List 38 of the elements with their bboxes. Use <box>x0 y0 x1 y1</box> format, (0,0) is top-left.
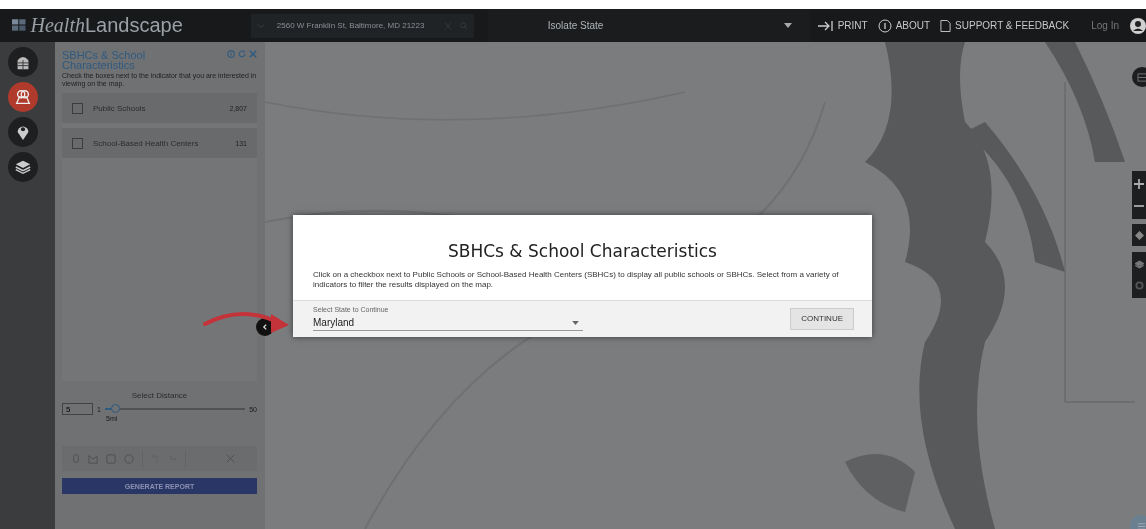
logo[interactable]: HealthLandscape <box>30 14 183 37</box>
panel-title: SBHCs & School Characteristics <box>62 50 147 70</box>
export-icon <box>817 19 834 32</box>
caret-icon <box>783 23 792 28</box>
close-icon[interactable] <box>249 50 257 58</box>
search-field[interactable]: 2560 W Franklin St, Baltimore, MD 21223 <box>250 13 474 38</box>
chevron-left-icon <box>261 323 269 331</box>
locate-button[interactable] <box>1132 224 1146 246</box>
distance-input[interactable]: 5 <box>62 403 93 415</box>
map-marker-icon[interactable] <box>8 82 38 112</box>
modal-title: SBHCs & School Characteristics <box>447 241 718 261</box>
login-link[interactable]: Log In <box>1091 20 1119 31</box>
close-icon[interactable] <box>226 454 235 463</box>
checkbox[interactable] <box>72 102 83 114</box>
user-icon[interactable] <box>1130 17 1146 34</box>
header-link[interactable]: PRINT <box>817 19 868 32</box>
info-icon[interactable] <box>227 50 235 58</box>
diamond-icon <box>1134 230 1144 240</box>
list-icon <box>1136 521 1146 529</box>
zoom-in-icon[interactable] <box>1134 179 1144 189</box>
map-icon <box>1136 72 1146 82</box>
polygon-icon[interactable] <box>88 453 98 464</box>
checkbox[interactable] <box>72 137 83 149</box>
settings-icon[interactable] <box>1134 281 1144 290</box>
layers-icon[interactable] <box>8 152 38 182</box>
document-icon <box>940 18 952 33</box>
caret-icon <box>572 320 579 325</box>
continue-button[interactable]: CONTINUE <box>790 307 854 330</box>
building-icon[interactable] <box>8 47 38 77</box>
slider-thumb[interactable] <box>111 404 121 413</box>
logo-icon <box>12 19 27 32</box>
refresh-icon[interactable] <box>238 50 246 58</box>
distance-label: Select Distance <box>131 391 188 400</box>
header-link[interactable]: ABOUT <box>877 18 931 33</box>
header-link[interactable]: SUPPORT & FEEDBACK <box>940 18 1070 33</box>
info-icon <box>877 18 892 33</box>
pin-icon[interactable] <box>8 117 38 147</box>
modal-text: Click on a checkbox next to Public Schools or School-Based Health Centers (SBHCs) to display all public schools or SBHCs. Select from a variety of indicators to filter the results displayed on the map. <box>313 270 840 290</box>
